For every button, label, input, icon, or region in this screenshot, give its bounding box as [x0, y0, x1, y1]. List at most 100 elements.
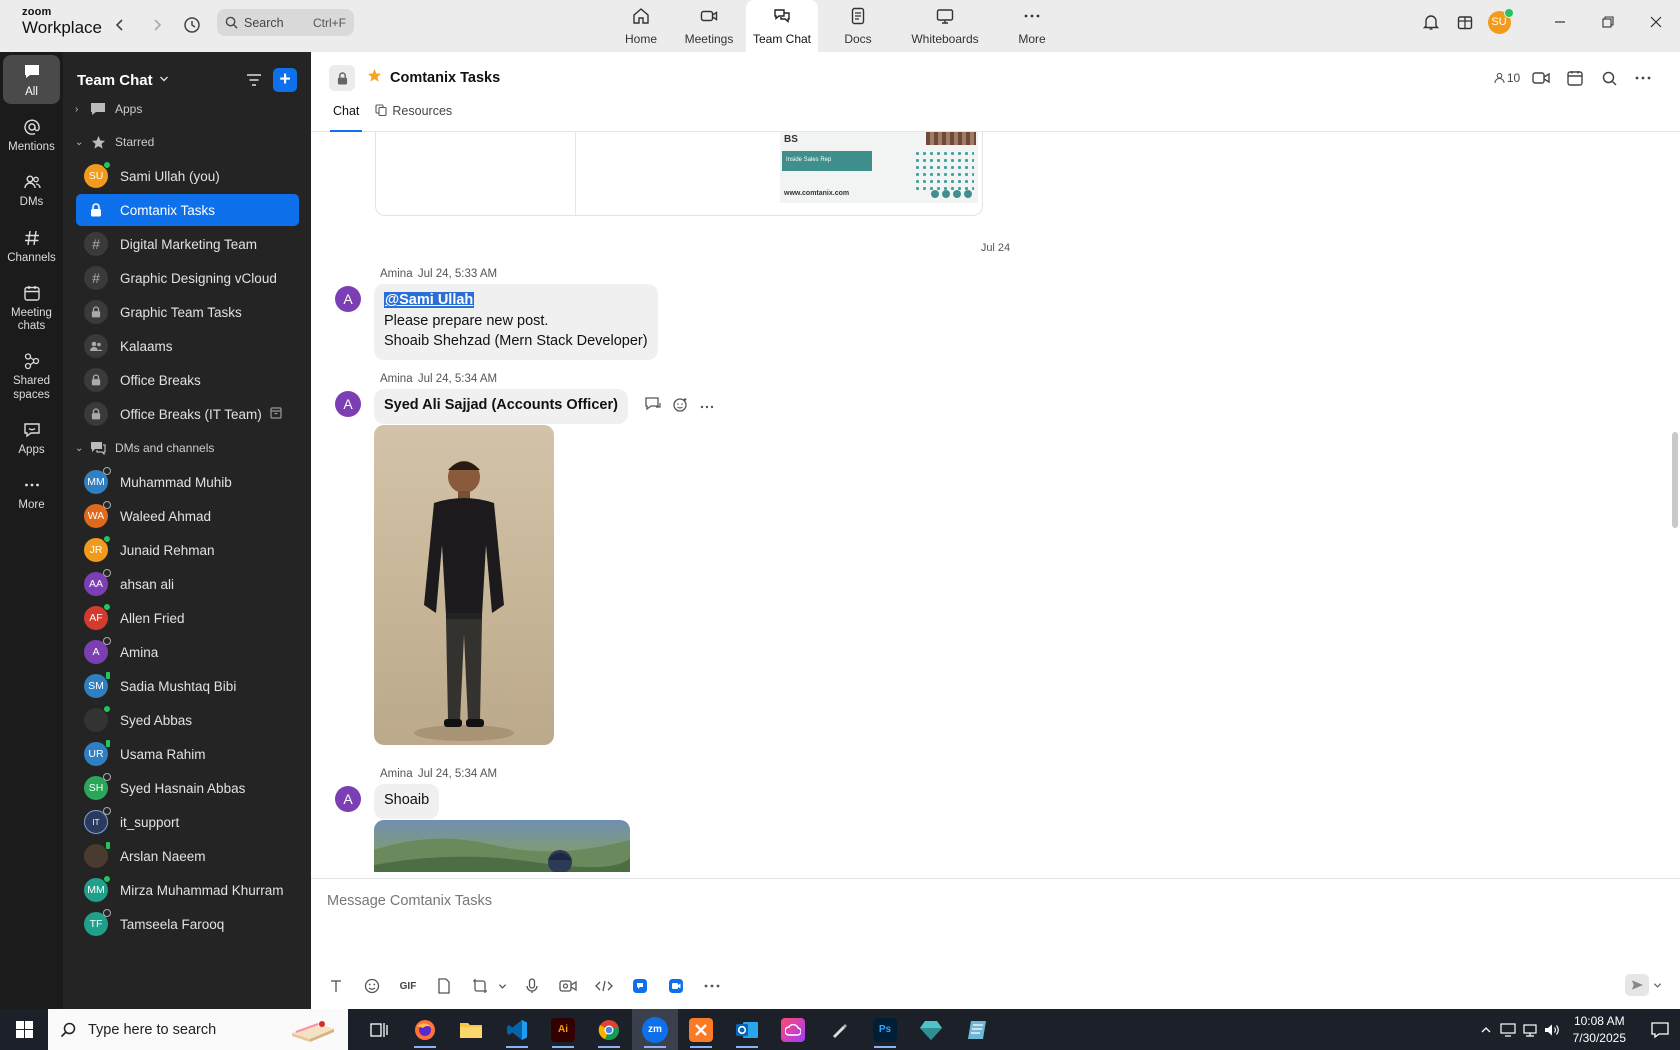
- new-chat-button[interactable]: +: [273, 68, 297, 92]
- sidebar-item-graphic-designing-vcloud[interactable]: # Graphic Designing vCloud: [76, 262, 299, 294]
- message-author[interactable]: Amina: [380, 268, 413, 280]
- channel-title[interactable]: Comtanix Tasks: [390, 70, 500, 86]
- filter-icon[interactable]: [243, 69, 265, 91]
- gif-button[interactable]: GIF: [395, 973, 421, 999]
- sidebar-item-office-breaks[interactable]: Office Breaks: [76, 364, 299, 396]
- rail-shared-spaces[interactable]: Shared spaces: [3, 344, 60, 406]
- section-dms-and-channels[interactable]: ⌄ DMs and channels: [63, 432, 311, 464]
- vscode-icon[interactable]: [494, 1009, 540, 1050]
- calendar-gift-icon[interactable]: [1448, 5, 1482, 39]
- more-options-icon[interactable]: [1626, 63, 1660, 93]
- sidebar-item-dm[interactable]: TF Tamseela Farooq: [76, 908, 299, 940]
- screenshot-icon[interactable]: [467, 973, 493, 999]
- search-input[interactable]: Search Ctrl+F: [217, 9, 354, 36]
- notifications-icon[interactable]: [1414, 5, 1448, 39]
- message-author[interactable]: Amina: [380, 373, 413, 385]
- video-icon[interactable]: [1524, 63, 1558, 93]
- channel-lock-icon[interactable]: [329, 65, 355, 91]
- sidebar-item-dm[interactable]: Syed Abbas: [76, 704, 299, 736]
- close-icon[interactable]: [1632, 0, 1680, 44]
- chrome-icon[interactable]: [586, 1009, 632, 1050]
- taskbar-search-input[interactable]: Type here to search: [48, 1009, 348, 1050]
- rail-more[interactable]: More: [3, 468, 60, 517]
- video-message-icon[interactable]: [555, 973, 581, 999]
- back-icon[interactable]: [108, 13, 132, 37]
- zoom-app-icon[interactable]: zm: [632, 1009, 678, 1050]
- notification-center-icon[interactable]: [1640, 1009, 1680, 1050]
- windows-start-icon[interactable]: [0, 1009, 48, 1050]
- rail-mentions[interactable]: Mentions: [3, 110, 60, 159]
- microphone-icon[interactable]: [519, 973, 545, 999]
- sidebar-item-dm[interactable]: AA ahsan ali: [76, 568, 299, 600]
- sidebar-item-dm[interactable]: SH Syed Hasnain Abbas: [76, 772, 299, 804]
- sidebar-item-dm[interactable]: JR Junaid Rehman: [76, 534, 299, 566]
- chevron-down-icon[interactable]: [159, 73, 169, 87]
- rail-channels[interactable]: Channels: [3, 221, 60, 270]
- profile-avatar[interactable]: SU: [1482, 5, 1516, 39]
- app-shortcut-icon[interactable]: [627, 973, 653, 999]
- notes-app-icon[interactable]: [954, 1009, 1000, 1050]
- sidebar-item-dm[interactable]: AF Allen Fried: [76, 602, 299, 634]
- xampp-icon[interactable]: [678, 1009, 724, 1050]
- message-input[interactable]: Message Comtanix Tasks: [327, 893, 492, 909]
- emoji-icon[interactable]: [359, 973, 385, 999]
- rail-all[interactable]: All: [3, 55, 60, 105]
- tab-more[interactable]: More: [992, 0, 1072, 52]
- restore-icon[interactable]: [1584, 0, 1632, 44]
- minimize-icon[interactable]: [1536, 0, 1584, 44]
- task-view-icon[interactable]: [356, 1009, 402, 1050]
- sidebar-item-dm[interactable]: IT it_support: [76, 806, 299, 838]
- sidebar-item-dm[interactable]: A Amina: [76, 636, 299, 668]
- firefox-icon[interactable]: [402, 1009, 448, 1050]
- rail-dms[interactable]: DMs: [3, 165, 60, 214]
- illustrator-icon[interactable]: Ai: [540, 1009, 586, 1050]
- flyer-image[interactable]: BS Inside Sales Rep www.comtanix.com: [780, 132, 978, 203]
- mention-link[interactable]: @Sami Ullah: [384, 292, 475, 308]
- volume-icon[interactable]: [1541, 1023, 1563, 1037]
- tab-resources[interactable]: Resources: [372, 104, 455, 132]
- chevron-down-icon[interactable]: [495, 973, 509, 999]
- search-icon[interactable]: [1592, 63, 1626, 93]
- sidebar-title[interactable]: Team Chat: [77, 72, 153, 89]
- message-item[interactable]: A Amina Jul 24, 5:33 AM @Sami Ullah Plea…: [335, 268, 935, 360]
- sidebar-item-office-breaks-it-team[interactable]: Office Breaks (IT Team): [76, 398, 299, 430]
- tab-docs[interactable]: Docs: [818, 0, 898, 52]
- section-apps[interactable]: › Apps: [63, 98, 311, 120]
- sidebar-item-dm[interactable]: SM Sadia Mushtaq Bibi: [76, 670, 299, 702]
- tab-meetings[interactable]: Meetings: [672, 0, 746, 52]
- pen-tool-icon[interactable]: [816, 1009, 862, 1050]
- sidebar-item-digital-marketing-team[interactable]: # Digital Marketing Team: [76, 228, 299, 260]
- tab-home[interactable]: Home: [610, 0, 672, 52]
- avatar[interactable]: A: [335, 786, 361, 812]
- history-icon[interactable]: [180, 13, 204, 37]
- members-button[interactable]: 10: [1490, 63, 1524, 93]
- creative-cloud-icon[interactable]: [770, 1009, 816, 1050]
- file-icon[interactable]: [431, 973, 457, 999]
- network-icon[interactable]: [1519, 1023, 1541, 1037]
- system-clock[interactable]: 10:08 AM 7/30/2025: [1573, 1013, 1626, 1045]
- chevron-down-icon[interactable]: [1653, 978, 1662, 993]
- file-explorer-icon[interactable]: [448, 1009, 494, 1050]
- send-icon[interactable]: [1625, 974, 1649, 996]
- zoom-meeting-icon[interactable]: [663, 973, 689, 999]
- photo-attachment[interactable]: [374, 820, 630, 872]
- section-starred[interactable]: ⌄ Starred: [63, 126, 311, 158]
- avatar[interactable]: A: [335, 391, 361, 417]
- sidebar-item-kalaams[interactable]: Kalaams: [76, 330, 299, 362]
- sidebar-item-dm[interactable]: MM Mirza Muhammad Khurram: [76, 874, 299, 906]
- tab-team-chat[interactable]: Team Chat: [746, 0, 818, 52]
- sidebar-item-comtanix-tasks[interactable]: Comtanix Tasks: [76, 194, 299, 226]
- format-text-icon[interactable]: [323, 973, 349, 999]
- rail-apps[interactable]: Apps: [3, 413, 60, 462]
- more-actions-icon[interactable]: [700, 397, 714, 415]
- forward-icon[interactable]: [145, 13, 169, 37]
- app-diamond-icon[interactable]: [908, 1009, 954, 1050]
- photo-attachment[interactable]: [374, 425, 554, 745]
- sidebar-item-dm[interactable]: Arslan Naeem: [76, 840, 299, 872]
- message-item[interactable]: A Amina Jul 24, 5:34 AM Shoaib: [335, 768, 935, 872]
- avatar[interactable]: A: [335, 286, 361, 312]
- sidebar-item-graphic-team-tasks[interactable]: Graphic Team Tasks: [76, 296, 299, 328]
- code-snippet-icon[interactable]: [591, 973, 617, 999]
- sidebar-item-dm[interactable]: WA Waleed Ahmad: [76, 500, 299, 532]
- tab-chat[interactable]: Chat: [330, 104, 363, 132]
